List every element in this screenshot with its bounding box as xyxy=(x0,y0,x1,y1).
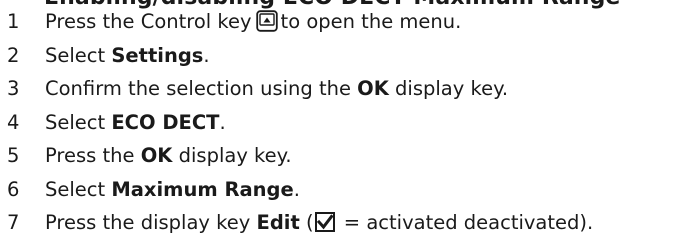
step-text-suffix: . xyxy=(293,177,300,201)
step-text-suffix: . xyxy=(203,43,210,67)
step-keyword: Settings xyxy=(111,43,204,67)
step-3: 3 Confirm the selection using the OK dis… xyxy=(0,72,700,106)
step-text: Confirm the selection using the xyxy=(45,77,358,100)
step-5: 5 Press the OK display key. xyxy=(0,139,700,173)
step-text: Select xyxy=(45,110,112,134)
step-keyword: OK xyxy=(357,77,389,100)
step-1: 1 Press the Control key to open the menu… xyxy=(0,5,700,39)
step-text-suffix: . xyxy=(219,110,226,134)
step-number: 4 xyxy=(7,110,20,134)
step-keyword: Edit xyxy=(256,211,300,234)
step-number: 6 xyxy=(7,177,20,201)
step-text-suffix: display key. xyxy=(172,144,292,167)
step-keyword: ECO DECT xyxy=(111,110,220,134)
step-text: Press the xyxy=(45,144,141,167)
step-number: 1 xyxy=(7,10,20,33)
step-keyword: OK xyxy=(140,144,173,167)
step-6: 6 Select Maximum Range. xyxy=(0,173,700,207)
step-number: 2 xyxy=(7,43,20,67)
step-number: 3 xyxy=(7,77,20,100)
instruction-steps: 1 Press the Control key to open the menu… xyxy=(0,5,700,240)
step-text: Press the Control key xyxy=(45,10,252,33)
step-text: Press the display key xyxy=(45,211,257,234)
checked-checkbox-icon xyxy=(314,212,335,232)
step-text-suffix: display key. xyxy=(388,77,509,100)
step-number: 5 xyxy=(7,144,20,167)
step-number: 7 xyxy=(7,211,20,234)
step-2: 2 Select Settings. xyxy=(0,39,700,73)
step-text-suffix: to open the menu. xyxy=(280,10,462,33)
step-4: 4 Select ECO DECT. xyxy=(0,106,700,140)
step-text: Select xyxy=(45,43,112,67)
control-key-icon xyxy=(255,10,278,32)
step-text: Select xyxy=(45,177,112,201)
step-text-suffix: = activated deactivated). xyxy=(337,211,594,234)
step-7: 7 Press the display key Edit ( = activat… xyxy=(0,206,700,240)
step-text-suffix: ( xyxy=(299,211,314,234)
step-keyword: Maximum Range xyxy=(111,177,294,201)
